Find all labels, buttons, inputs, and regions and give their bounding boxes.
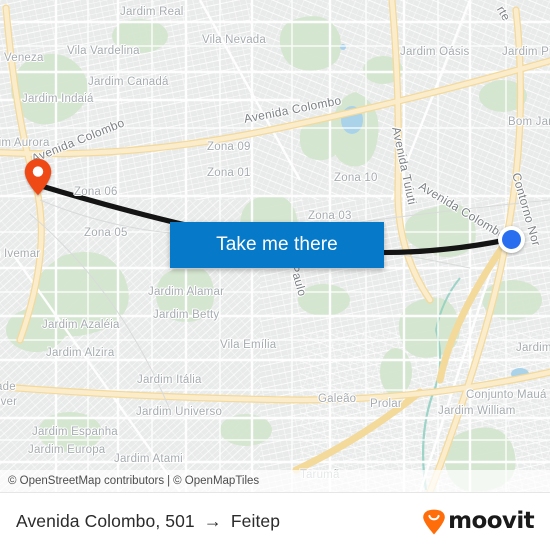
attribution-osm[interactable]: © OpenStreetMap contributors	[8, 475, 164, 487]
map-viewport[interactable]: Jardim Real Vila Nevada Jardim Oásis Jardim…	[0, 0, 550, 492]
origin-marker-pin[interactable]	[24, 158, 52, 196]
map-pin-icon	[24, 158, 52, 196]
moovit-logo[interactable]: moovit	[422, 508, 535, 535]
destination-marker-dot[interactable]	[498, 226, 525, 253]
destination-dot-core	[502, 230, 521, 249]
attribution-separator: |	[167, 475, 171, 487]
take-me-there-label: Take me there	[216, 234, 338, 255]
moovit-route-preview: Jardim Real Vila Nevada Jardim Oásis Jardim…	[0, 0, 550, 550]
moovit-wordmark: moovit	[448, 508, 534, 534]
footer-bar: Avenida Colombo, 501 → Feitep moovit	[0, 492, 550, 550]
route-caption: Avenida Colombo, 501 → Feitep	[16, 511, 280, 532]
route-origin-label: Avenida Colombo, 501	[16, 511, 195, 531]
arrow-right-icon: →	[203, 511, 222, 531]
route-destination-label: Feitep	[230, 511, 281, 531]
take-me-there-button[interactable]: Take me there	[170, 222, 384, 268]
map-attribution: © OpenStreetMap contributors | © OpenMap…	[0, 470, 550, 492]
attribution-openmaptiles[interactable]: © OpenMapTiles	[173, 475, 259, 487]
moovit-pin-icon	[423, 509, 445, 534]
